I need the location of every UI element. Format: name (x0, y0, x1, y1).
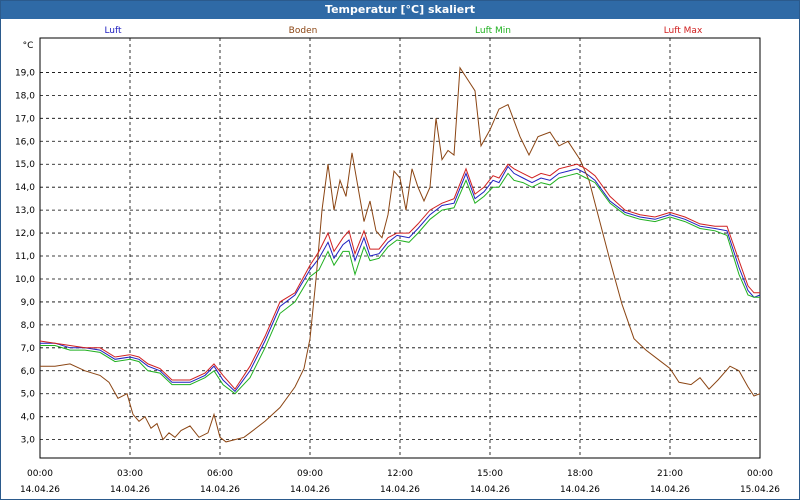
legend: Luft Boden Luft Min Luft Max (104, 26, 703, 36)
x-tick-date: 15.04.26 (740, 485, 780, 495)
x-tick-time: 18:00 (567, 469, 593, 479)
y-tick-label: 3,0 (21, 436, 36, 446)
x-tick-date: 14.04.26 (560, 485, 600, 495)
y-tick-label: 11,0 (15, 252, 35, 262)
y-tick-label: 7,0 (21, 344, 36, 354)
x-tick-time: 06:00 (207, 469, 233, 479)
y-tick-label: 15,0 (15, 160, 35, 170)
x-tick-time: 00:00 (747, 469, 773, 479)
y-axis-label: °C (23, 41, 34, 51)
x-tick-date: 14.04.26 (290, 485, 330, 495)
x-tick-date: 14.04.26 (20, 485, 60, 495)
y-tick-label: 12,0 (15, 229, 35, 239)
x-tick-date: 14.04.26 (200, 485, 240, 495)
series-line-luft-max (39, 163, 760, 390)
y-tick-label: 5,0 (21, 390, 36, 400)
x-tick-time: 21:00 (657, 469, 683, 479)
x-tick-time: 00:00 (27, 469, 53, 479)
x-tick-date: 14.04.26 (650, 485, 690, 495)
x-tick-time: 12:00 (387, 469, 413, 479)
x-tick-date: 14.04.26 (110, 485, 150, 495)
y-tick-label: 4,0 (21, 413, 36, 423)
temperature-chart: 3,0 4,0 5,0 6,0 7,0 8,0 9,0 10,0 11,0 12,0 13,0 14,… (15, 26, 780, 495)
y-tick-label: 19,0 (15, 68, 35, 78)
x-tick-date: 14.04.26 (380, 485, 420, 495)
x-tick-time: 15:00 (477, 469, 503, 479)
legend-entry: Luft Min (475, 26, 511, 36)
y-tick-label: 17,0 (15, 114, 35, 124)
grid (40, 38, 760, 458)
y-tick-label: 16,0 (15, 137, 35, 147)
y-tick-label: 13,0 (15, 206, 35, 216)
legend-entry: Boden (289, 26, 318, 36)
y-tick-label: 8,0 (21, 321, 36, 331)
x-tick-date: 14.04.26 (470, 485, 510, 495)
legend-entry: Luft Max (664, 26, 703, 36)
x-tick-time: 09:00 (297, 469, 323, 479)
y-tick-label: 6,0 (21, 367, 36, 377)
y-tick-label: 9,0 (21, 298, 36, 308)
y-tick-label: 10,0 (15, 275, 35, 285)
y-tick-label: 14,0 (15, 183, 35, 193)
x-tick-time: 03:00 (117, 469, 143, 479)
legend-entry: Luft (104, 26, 122, 36)
y-tick-label: 18,0 (15, 91, 35, 101)
